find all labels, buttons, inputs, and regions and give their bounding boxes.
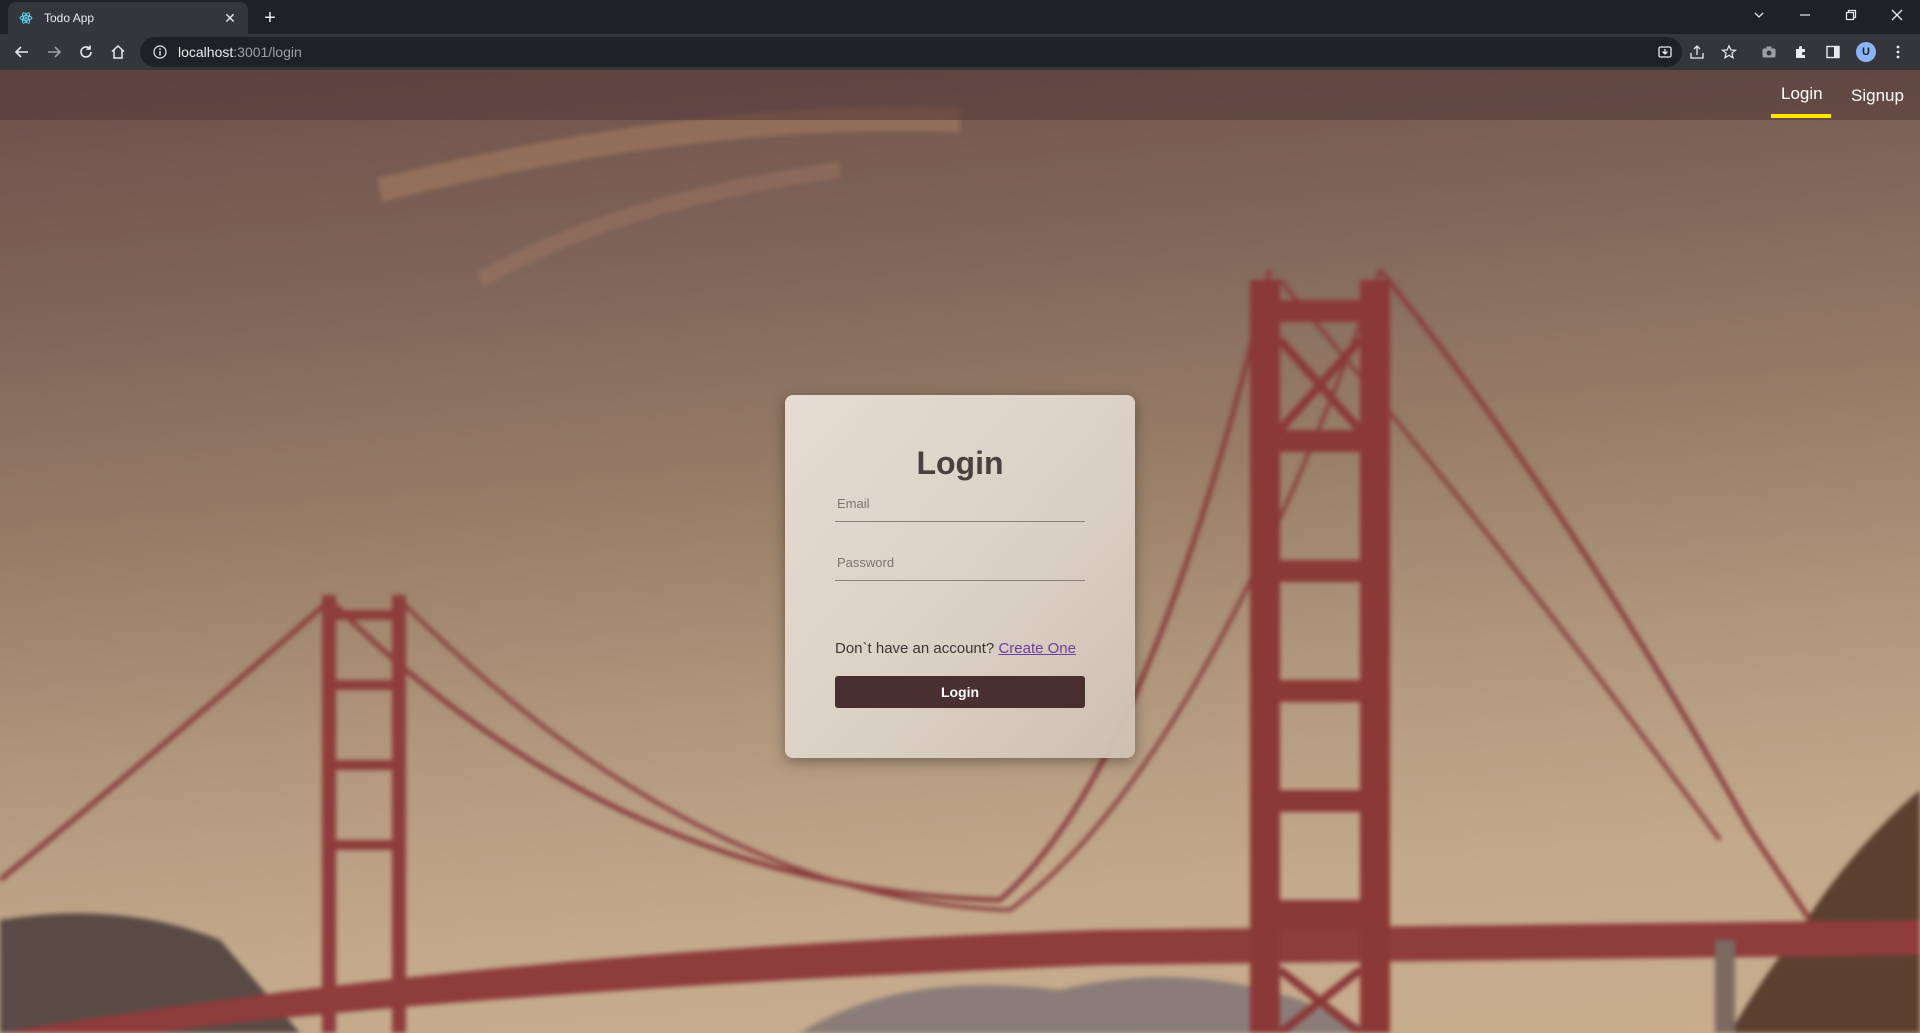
bookmark-star-icon[interactable] [1715,38,1743,66]
page-viewport: Login Signup Login Don`t have an account… [0,70,1920,1033]
tab-strip: Todo App ✕ + [0,0,1920,34]
password-field-wrapper [835,545,1085,581]
login-title: Login [916,445,1004,481]
active-nav-indicator [1771,114,1831,118]
signup-prompt-text: Don`t have an account? [835,640,995,657]
side-panel-icon[interactable] [1819,38,1847,66]
back-arrow-icon[interactable] [8,38,36,66]
nav-login-link[interactable]: Login [1781,84,1823,104]
site-info-icon[interactable] [152,44,168,60]
install-app-icon[interactable] [1651,38,1679,66]
new-tab-icon[interactable]: + [258,6,282,30]
forward-arrow-icon[interactable] [40,38,68,66]
reload-icon[interactable] [72,38,100,66]
browser-toolbar: localhost :3001/login U [0,34,1920,70]
login-card: Login Don`t have an account? Create One … [785,395,1135,758]
camera-extension-icon[interactable] [1755,38,1783,66]
restore-icon[interactable] [1828,0,1874,30]
extensions-puzzle-icon[interactable] [1787,38,1815,66]
avatar-letter: U [1856,42,1876,62]
tab-title: Todo App [44,11,95,25]
tab-search-icon[interactable] [1736,0,1782,30]
home-icon[interactable] [104,38,132,66]
address-bar[interactable]: localhost :3001/login [140,37,1682,67]
profile-avatar[interactable]: U [1852,38,1880,66]
nav-signup-link[interactable]: Signup [1851,86,1904,106]
signup-prompt: Don`t have an account? Create One [835,640,1085,657]
browser-menu-icon[interactable] [1884,38,1912,66]
react-logo-icon [18,10,34,26]
url-host: localhost [178,44,234,60]
email-field[interactable] [835,486,1085,521]
browser-tab[interactable]: Todo App ✕ [8,2,248,34]
login-button[interactable]: Login [835,676,1085,708]
password-field[interactable] [835,545,1085,580]
top-navbar: Login Signup [0,70,1920,120]
email-field-wrapper [835,486,1085,522]
tab-close-icon[interactable]: ✕ [222,10,238,26]
url-path: :3001/login [233,44,302,60]
close-window-icon[interactable] [1874,0,1920,30]
create-account-link[interactable]: Create One [998,640,1076,657]
minimize-icon[interactable] [1782,0,1828,30]
share-icon[interactable] [1683,38,1711,66]
